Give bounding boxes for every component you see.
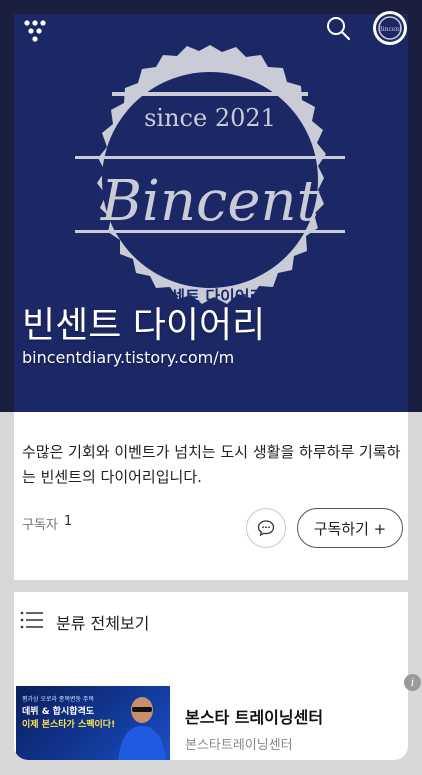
blog-url[interactable]: bincentdiary.tistory.com/m bbox=[22, 348, 234, 367]
blog-hero: since 2021 Bincent 빈센트 다이어리 Bincent 빈센트 … bbox=[0, 0, 422, 412]
ad-thumbnail[interactable]: 평가상 오로라 종목변동 주목 데뷔 & 합시합격도 이제 본스타가 스펙이다! bbox=[16, 686, 170, 760]
profile-avatar[interactable]: Bincent bbox=[373, 11, 407, 45]
blog-info-card: 수많은 기회와 이벤트가 넘치는 도시 생활을 하루하루 기록하는 빈센트의 다… bbox=[14, 412, 408, 580]
subscribers-label: 구독자 bbox=[22, 518, 58, 533]
category-all-link[interactable]: 분류 전체보기 bbox=[14, 592, 408, 652]
ad-advertiser: 본스타트레이닝센터 bbox=[185, 738, 293, 753]
message-button[interactable] bbox=[246, 508, 286, 548]
ad-thumb-line2: 데뷔 & 합시합격도 bbox=[22, 707, 95, 717]
ad-banner[interactable]: 평가상 오로라 종목변동 주목 데뷔 & 합시합격도 이제 본스타가 스펙이다!… bbox=[14, 652, 408, 760]
search-icon[interactable] bbox=[322, 12, 354, 44]
subscribe-button[interactable]: 구독하기 + bbox=[297, 508, 403, 548]
subscribers-count: 1 bbox=[64, 514, 73, 529]
ad-thumb-line1: 평가상 오로라 종목변동 주목 bbox=[22, 696, 94, 703]
ad-info-icon[interactable]: i bbox=[404, 674, 421, 691]
trainer-photo bbox=[118, 697, 166, 760]
ad-title[interactable]: 본스타 트레이닝센터 bbox=[185, 704, 323, 728]
blog-title: 빈센트 다이어리 bbox=[22, 305, 266, 346]
blog-description: 수많은 기회와 이벤트가 넘치는 도시 생활을 하루하루 기록하는 빈센트의 다… bbox=[22, 443, 401, 486]
ad-thumb-line3: 이제 본스타가 스펙이다! bbox=[22, 720, 116, 730]
category-all-label: 분류 전체보기 bbox=[56, 614, 150, 633]
svg-text:Bincent: Bincent bbox=[378, 26, 402, 33]
list-icon bbox=[20, 611, 43, 629]
menu-dots-icon[interactable] bbox=[20, 16, 50, 46]
chat-bubble-icon bbox=[257, 520, 275, 537]
